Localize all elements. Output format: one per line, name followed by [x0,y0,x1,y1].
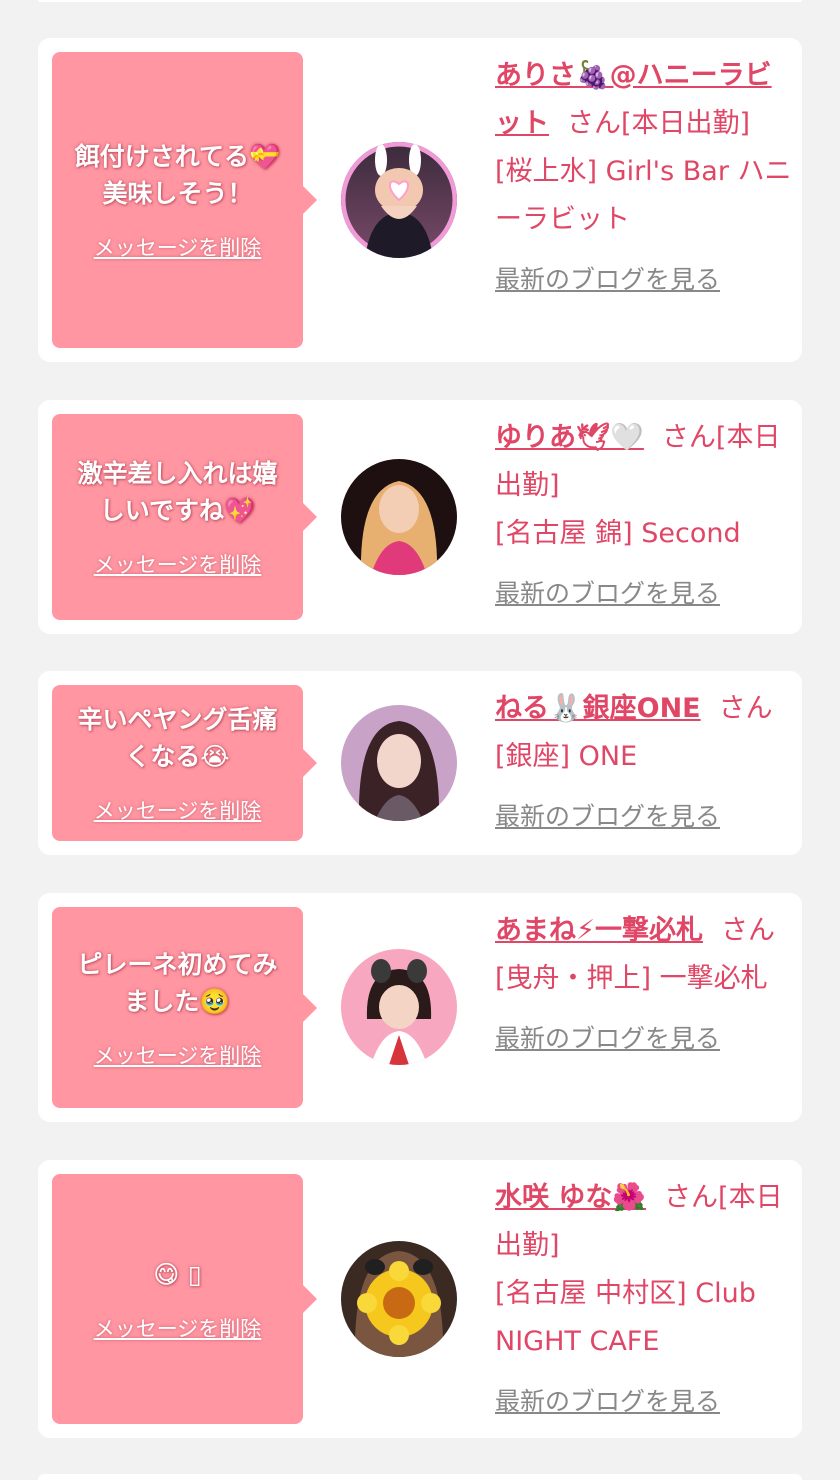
cast-status: さん [720,915,775,946]
avatar[interactable] [341,949,457,1065]
latest-blog-link[interactable]: 最新のブログを見る [495,570,795,618]
delete-message-link[interactable]: メッセージを削除 [94,549,262,579]
delete-message-link[interactable]: メッセージを削除 [94,795,262,825]
avatar[interactable] [341,142,457,258]
cast-name-link[interactable]: ねる🐰銀座ONE [495,693,701,724]
latest-blog-link[interactable]: 最新のブログを見る [495,793,795,841]
message-bubble: 辛いペヤング舌痛 くなる😭 メッセージを削除 [52,685,317,841]
latest-blog-link[interactable]: 最新のブログを見る [495,1015,795,1063]
message-bubble: 激辛差し入れは嬉 しいですね💖 メッセージを削除 [52,414,317,620]
cast-name-link[interactable]: あまね⚡一撃必札 [495,915,703,946]
cast-name-link[interactable]: 水咲 ゆな🌺 [495,1182,646,1213]
message-text: 餌付けされてる💝 美味しそう！ [74,142,281,208]
message-bubble: 😋 ▯ メッセージを削除 [52,1174,317,1424]
message-text: 辛いペヤング舌痛 くなる😭 [77,705,278,771]
cast-status: さん [718,693,773,724]
cast-name-link[interactable]: ゆりあ🕊🤍 [495,422,644,453]
delete-message-link[interactable]: メッセージを削除 [94,1040,262,1070]
avatar[interactable] [341,1241,457,1357]
message-card: 辛いペヤング舌痛 くなる😭 メッセージを削除 ねる🐰銀座ONE さん [銀座] O… [38,671,802,855]
cast-info: ゆりあ🕊🤍 さん[本日出勤] [名古屋 錦] Second 最新のブログを見る [495,414,795,618]
shop-name: [名古屋 中村区] Club NIGHT CAFE [495,1278,756,1357]
message-card: 😋 ▯ メッセージを削除 水咲 ゆな🌺 さん[本日出勤] [名古屋 中村区] Cl… [38,1160,802,1438]
avatar[interactable] [341,705,457,821]
message-card: 餌付けされてる💝 美味しそう！ メッセージを削除 ありさ🍇@ハニーラビット さん[… [38,38,802,362]
shop-name: [名古屋 錦] Second [495,518,741,549]
message-bubble: ピレーネ初めてみ ました🥹 メッセージを削除 [52,907,317,1108]
message-text: 😋 ▯ [153,1259,202,1289]
shop-name: [桜上水] Girl's Bar ハニーラビット [495,156,792,235]
shop-name: [銀座] ONE [495,741,638,772]
next-card-edge [38,1474,802,1480]
message-card: 激辛差し入れは嬉 しいですね💖 メッセージを削除 ゆりあ🕊🤍 さん[本日出勤] [… [38,400,802,634]
previous-card-edge [38,0,802,2]
cast-info: ねる🐰銀座ONE さん [銀座] ONE 最新のブログを見る [495,685,795,841]
message-text: 激辛差し入れは嬉 しいですね💖 [77,459,278,525]
cast-info: ありさ🍇@ハニーラビット さん[本日出勤] [桜上水] Girl's Bar ハニ… [495,52,795,304]
latest-blog-link[interactable]: 最新のブログを見る [495,256,795,304]
message-bubble: 餌付けされてる💝 美味しそう！ メッセージを削除 [52,52,317,348]
message-text: ピレーネ初めてみ ました🥹 [77,949,278,1016]
avatar[interactable] [341,459,457,575]
shop-name: [曳舟・押上] 一撃必札 [495,963,768,994]
delete-message-link[interactable]: メッセージを削除 [94,1313,262,1343]
cast-info: あまね⚡一撃必札 さん [曳舟・押上] 一撃必札 最新のブログを見る [495,907,795,1063]
latest-blog-link[interactable]: 最新のブログを見る [495,1378,795,1426]
cast-status: さん[本日出勤] [567,108,751,139]
delete-message-link[interactable]: メッセージを削除 [94,232,262,262]
cast-info: 水咲 ゆな🌺 さん[本日出勤] [名古屋 中村区] Club NIGHT CAFE… [495,1174,795,1426]
message-card: ピレーネ初めてみ ました🥹 メッセージを削除 あまね⚡一撃必札 さん [曳舟・押上… [38,893,802,1122]
